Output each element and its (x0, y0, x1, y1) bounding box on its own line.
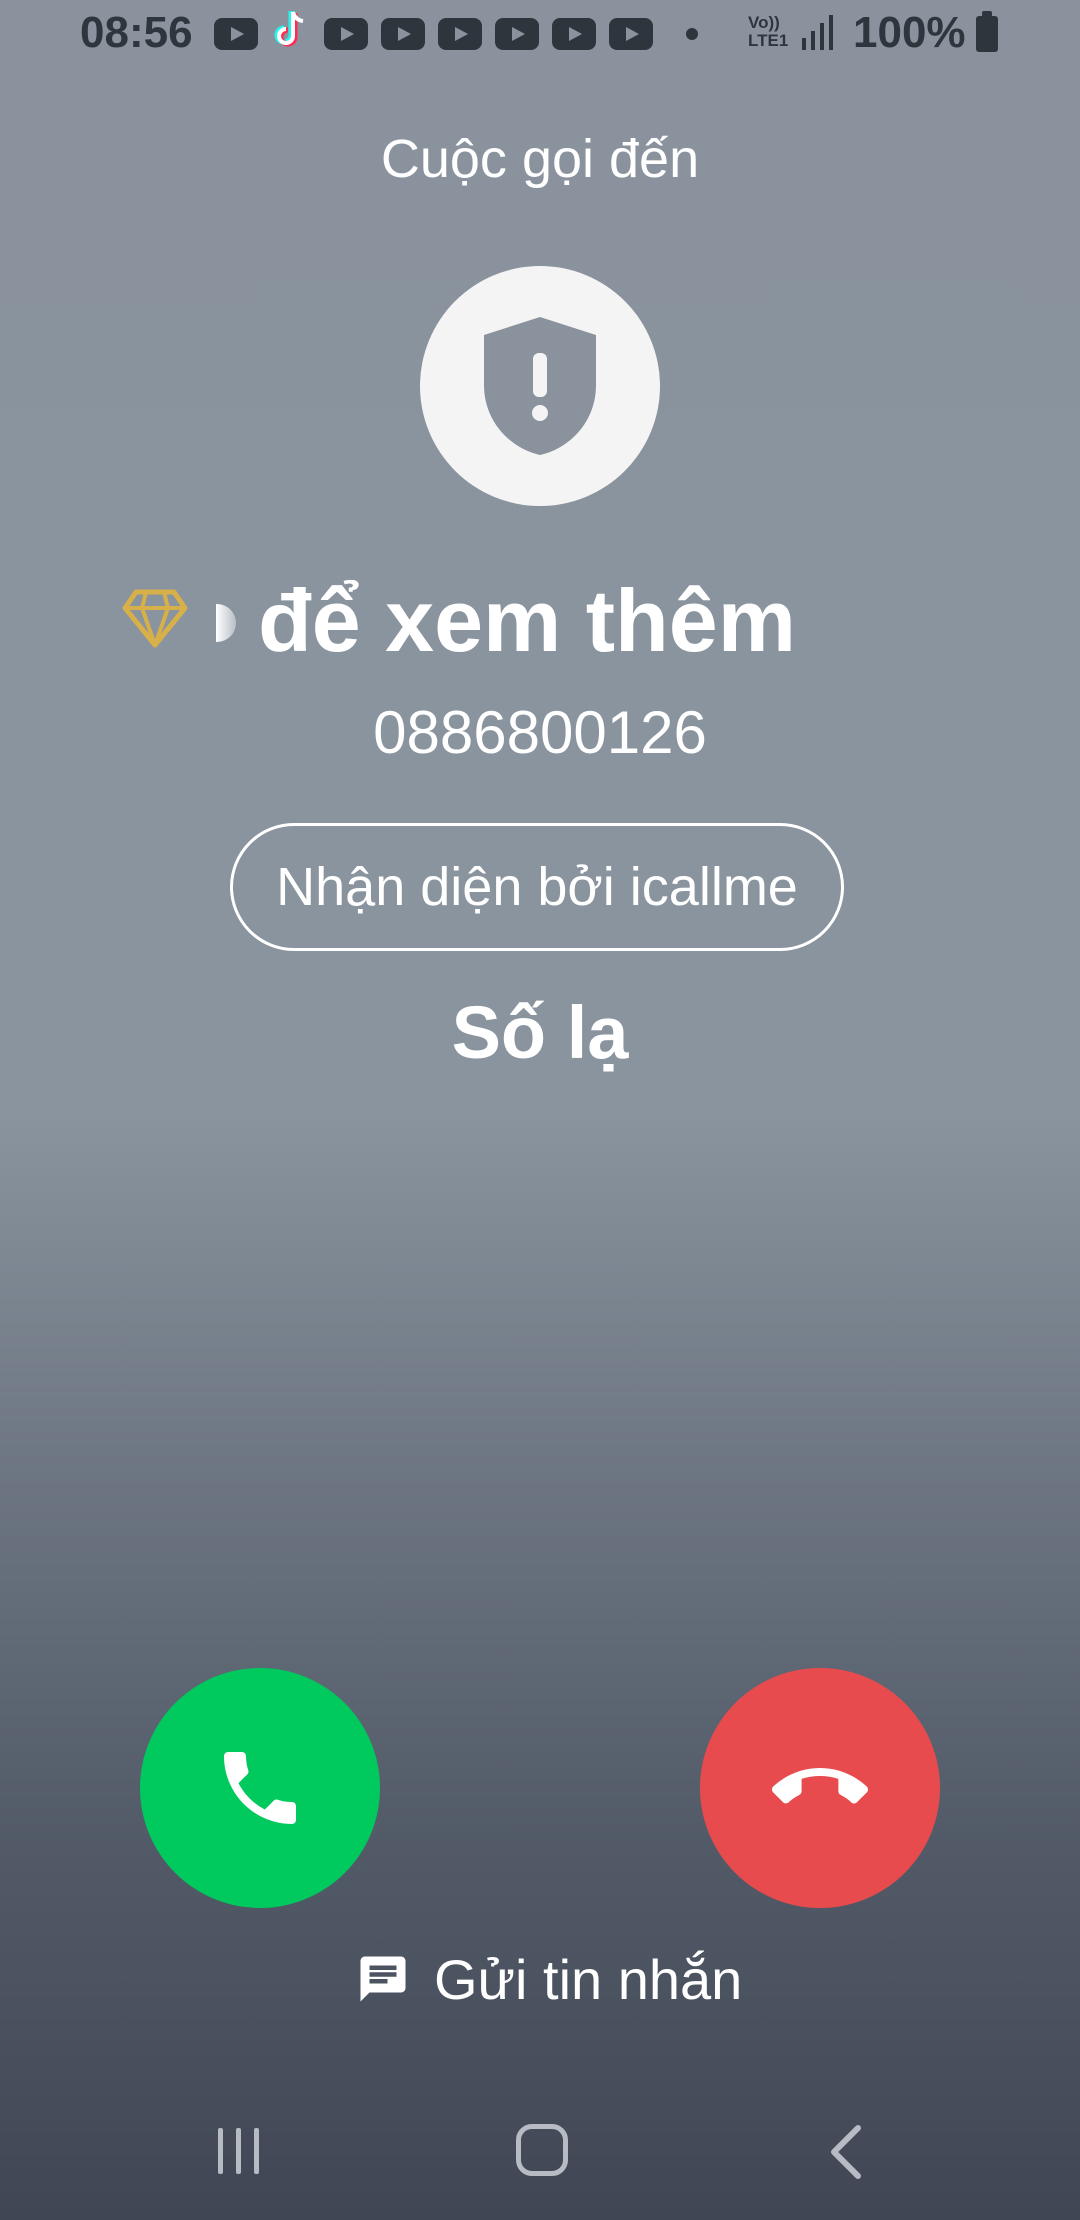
battery-icon (976, 11, 998, 52)
volte-label: Vo)) (748, 13, 780, 32)
tiktok-icon (274, 11, 304, 47)
phone-icon (224, 1752, 296, 1824)
youtube-icon (324, 18, 368, 50)
youtube-icon (552, 18, 596, 50)
message-icon (360, 1956, 406, 2002)
youtube-icon (438, 18, 482, 50)
send-message-button[interactable]: Gửi tin nhắn (356, 1944, 742, 2014)
battery-percent: 100% (853, 8, 966, 57)
home-icon[interactable] (516, 2124, 568, 2176)
signal-icon (802, 15, 833, 50)
call-title: Cuộc gọi đến (380, 129, 700, 189)
caller-name: để xem thêm (258, 571, 796, 670)
identify-button[interactable]: Nhận diện bởi icallme (230, 823, 844, 951)
caller-avatar (420, 266, 660, 506)
caller-name-row: để xem thêm (0, 570, 1080, 670)
shield-alert-icon (484, 317, 596, 455)
decline-call-button[interactable] (700, 1668, 940, 1908)
notification-icons (214, 11, 698, 52)
phone-number: 0886800126 (373, 699, 707, 766)
youtube-icon (609, 18, 653, 50)
back-icon[interactable] (826, 2124, 866, 2180)
status-time: 08:56 (80, 8, 193, 57)
recent-apps-icon[interactable] (214, 2126, 264, 2176)
diamond-icon[interactable] (122, 588, 188, 648)
hang-up-icon (772, 1768, 868, 1804)
lte-label: LTE1 (748, 31, 789, 50)
name-fade-edge (216, 604, 236, 642)
send-message-label: Gửi tin nhắn (434, 1947, 743, 2011)
more-dot-icon (686, 28, 698, 40)
volte-indicator: Vo)) LTE1 (748, 14, 788, 50)
navigation-bar (0, 2100, 1080, 2220)
caller-label: Số lạ (451, 991, 629, 1074)
youtube-icon (381, 18, 425, 50)
status-bar: 08:56 Vo)) LTE1 100% (0, 0, 1080, 70)
accept-call-button[interactable] (140, 1668, 380, 1908)
youtube-icon (214, 18, 258, 50)
youtube-icon (495, 18, 539, 50)
